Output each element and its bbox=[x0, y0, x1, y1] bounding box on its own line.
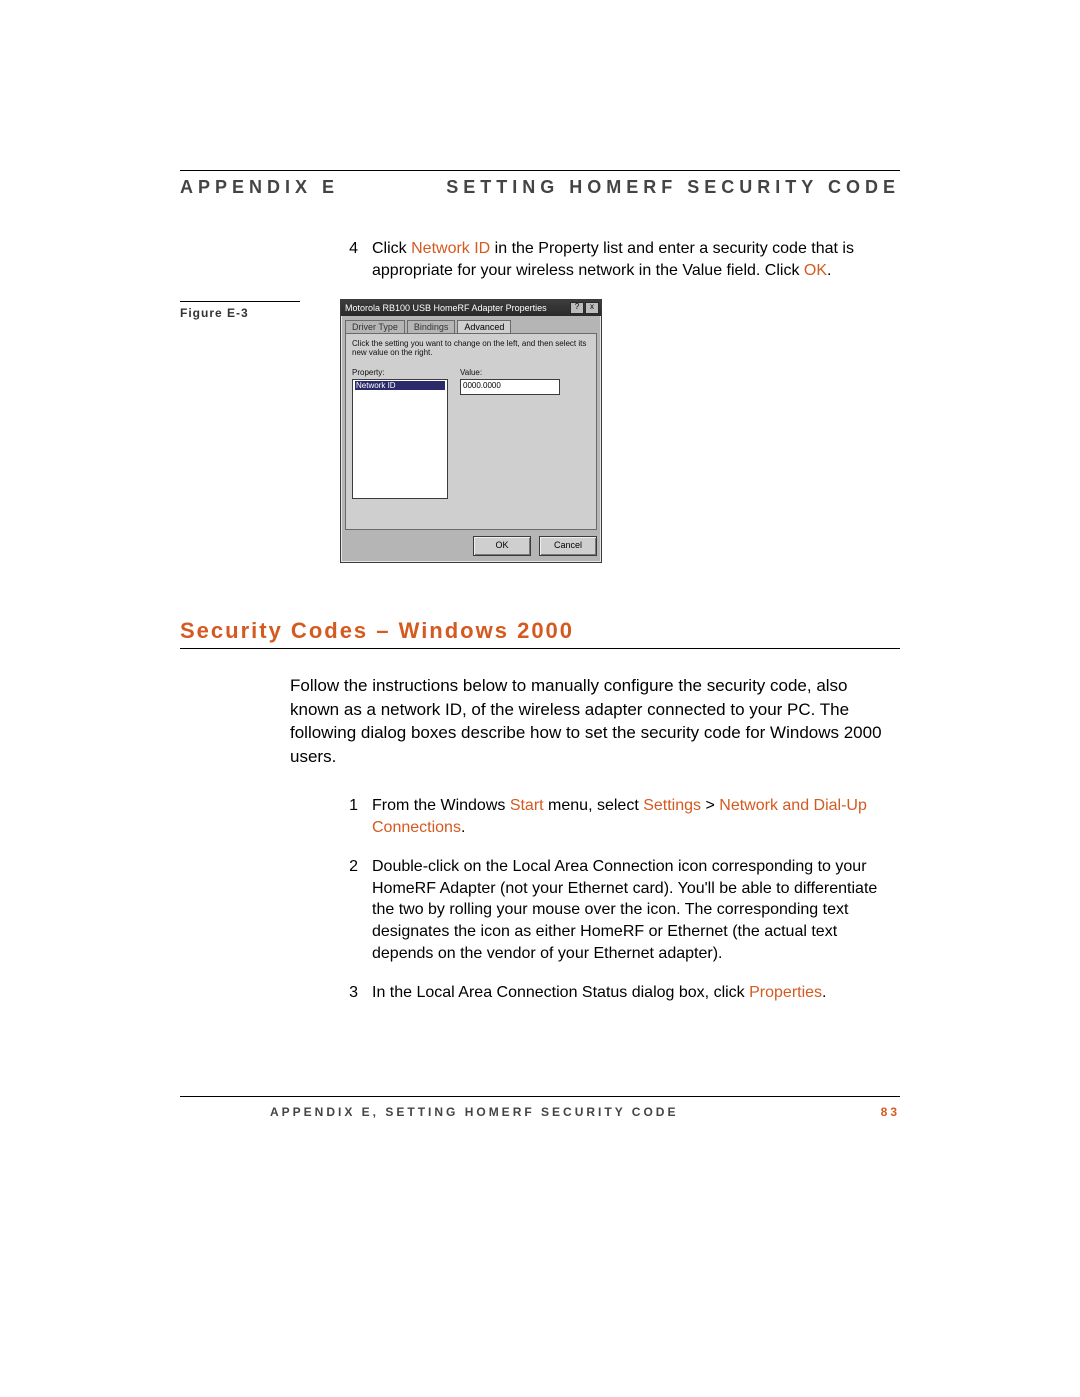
ok-button[interactable]: OK bbox=[473, 536, 531, 556]
step-text: Click Network ID in the Property list an… bbox=[372, 238, 900, 281]
header-left: APPENDIX E bbox=[180, 177, 339, 198]
page-header: APPENDIX E SETTING HOMERF SECURITY CODE bbox=[180, 177, 900, 208]
property-listbox[interactable]: Network ID bbox=[352, 379, 448, 499]
step-1: 1 From the Windows Start menu, select Se… bbox=[340, 795, 900, 838]
label-property: Property: bbox=[352, 368, 448, 377]
step-text: From the Windows Start menu, select Sett… bbox=[372, 795, 900, 838]
step-text: In the Local Area Connection Status dial… bbox=[372, 982, 900, 1004]
link-properties: Properties bbox=[749, 984, 822, 1001]
footer-page-number: 83 bbox=[881, 1105, 900, 1119]
value-input[interactable]: 0000.0000 bbox=[460, 379, 560, 395]
figure-label: Figure E-3 bbox=[180, 306, 330, 320]
step-4: 4 Click Network ID in the Property list … bbox=[340, 238, 900, 281]
link-network-id: Network ID bbox=[411, 240, 490, 257]
help-icon[interactable]: ? bbox=[570, 302, 584, 314]
step-3: 3 In the Local Area Connection Status di… bbox=[340, 982, 900, 1004]
tab-bindings[interactable]: Bindings bbox=[407, 320, 456, 333]
tab-advanced[interactable]: Advanced bbox=[457, 320, 511, 333]
step-text: Double-click on the Local Area Connectio… bbox=[372, 856, 900, 964]
header-rule bbox=[180, 170, 900, 171]
dialog-title: Motorola RB100 USB HomeRF Adapter Proper… bbox=[345, 303, 570, 313]
footer-rule bbox=[180, 1096, 900, 1097]
dialog-titlebar: Motorola RB100 USB HomeRF Adapter Proper… bbox=[341, 300, 601, 316]
tab-driver-type[interactable]: Driver Type bbox=[345, 320, 405, 333]
tab-row: Driver Type Bindings Advanced bbox=[345, 320, 597, 333]
cancel-button[interactable]: Cancel bbox=[539, 536, 597, 556]
link-settings: Settings bbox=[643, 797, 701, 814]
header-right: SETTING HOMERF SECURITY CODE bbox=[446, 177, 900, 198]
figure-rule bbox=[180, 301, 300, 302]
footer-text: APPENDIX E, SETTING HOMERF SECURITY CODE bbox=[270, 1105, 678, 1119]
step-number: 2 bbox=[340, 856, 358, 964]
section-intro: Follow the instructions below to manuall… bbox=[290, 674, 900, 769]
step-number: 4 bbox=[340, 238, 358, 281]
properties-dialog: Motorola RB100 USB HomeRF Adapter Proper… bbox=[340, 299, 602, 563]
page-footer: APPENDIX E, SETTING HOMERF SECURITY CODE… bbox=[270, 1105, 900, 1119]
step-2: 2 Double-click on the Local Area Connect… bbox=[340, 856, 900, 964]
close-icon[interactable]: x bbox=[585, 302, 599, 314]
link-ok: OK bbox=[804, 262, 827, 279]
section-rule bbox=[180, 648, 900, 649]
dialog-hint: Click the setting you want to change on … bbox=[352, 340, 590, 358]
step-number: 1 bbox=[340, 795, 358, 838]
link-start: Start bbox=[510, 797, 544, 814]
section-title: Security Codes – Windows 2000 bbox=[180, 618, 900, 644]
label-value: Value: bbox=[460, 368, 560, 377]
step-number: 3 bbox=[340, 982, 358, 1004]
property-selected[interactable]: Network ID bbox=[355, 381, 445, 390]
